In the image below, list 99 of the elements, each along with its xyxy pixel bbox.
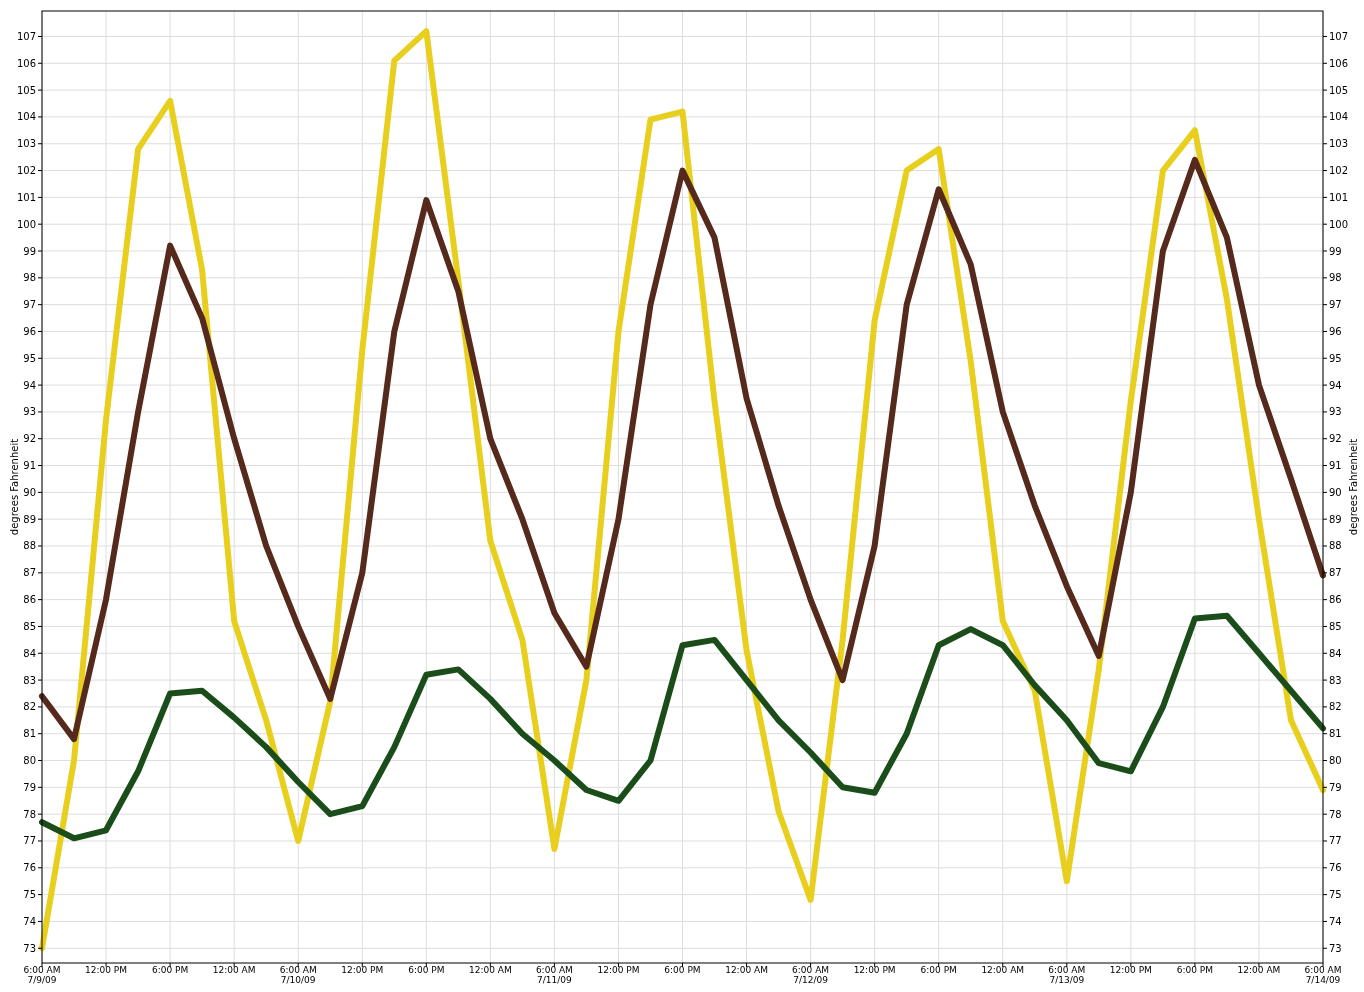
- y-tick-label: 101: [1329, 191, 1349, 203]
- x-tick-label: 6:00 PM: [1176, 965, 1214, 975]
- x-tick-label: 6:00 AM: [23, 965, 61, 975]
- y-tick-label: 103: [1329, 138, 1349, 150]
- y-tick-label: 88: [1329, 540, 1342, 552]
- y-tick-label: 107: [1329, 31, 1349, 42]
- x-tick-label: 6:00 AM: [279, 965, 317, 975]
- y-tick-label: 76: [23, 862, 36, 874]
- y-tick-label: 89: [1329, 513, 1342, 525]
- y-tick-label: 79: [1329, 781, 1342, 793]
- x-tick-label: 6:00 PM: [151, 965, 189, 975]
- x-tick-label: 6:00 PM: [920, 965, 957, 975]
- y-tick-label: 78: [23, 808, 36, 820]
- y-tick-label: 83: [1329, 674, 1342, 686]
- y-tick-label: 90: [1329, 486, 1342, 498]
- y-tick-label: 93: [1329, 406, 1342, 418]
- y-tick-label: 100: [16, 218, 36, 230]
- x-tick-label: 6:00 PM: [664, 965, 701, 975]
- y-tick-label: 86: [23, 594, 36, 606]
- x-tick-label: 12:00 AM: [725, 965, 768, 975]
- date-label: 7/13/09: [1049, 975, 1085, 985]
- y-tick-label: 91: [1329, 460, 1342, 472]
- x-tick-label: 6:00 AM: [792, 965, 830, 975]
- y-tick-label: 106: [1329, 57, 1349, 69]
- date-label: 7/11/09: [537, 975, 572, 985]
- y-tick-label: 102: [1329, 165, 1349, 177]
- x-tick-label: 12:00 PM: [341, 965, 384, 975]
- y-tick-label: 95: [23, 352, 36, 364]
- x-tick-label: 12:00 PM: [853, 965, 896, 975]
- y-tick-label: 85: [1329, 620, 1342, 632]
- y-tick-label: 77: [23, 835, 36, 847]
- x-tick-label: 6:00 AM: [1048, 965, 1086, 975]
- x-tick-label: 12:00 AM: [981, 965, 1025, 975]
- y-tick-label: 82: [23, 701, 36, 713]
- y-tick-label: 87: [1329, 567, 1342, 579]
- y-tick-label: 105: [1329, 84, 1349, 96]
- y-tick-label: 80: [1329, 755, 1342, 767]
- x-tick-label: 12:00 AM: [1237, 965, 1281, 975]
- date-label: 7/12/09: [793, 975, 828, 985]
- y-tick-label: 76: [1329, 862, 1342, 874]
- y-tick-label: 88: [23, 540, 36, 552]
- y-tick-label: 97: [1329, 299, 1342, 311]
- x-tick-label: 6:00 AM: [1304, 965, 1342, 975]
- x-tick-label: 6:00 PM: [408, 965, 445, 975]
- y-tick-label: 75: [23, 889, 36, 901]
- y-tick-label: 80: [23, 755, 36, 767]
- y-tick-label: 87: [23, 567, 36, 579]
- y-tick-label: 104: [16, 111, 36, 123]
- x-tick-label: 12:00 PM: [597, 965, 640, 975]
- date-label: 7/10/09: [280, 975, 316, 985]
- y-tick-label: 96: [23, 325, 36, 337]
- y-tick-label: 85: [23, 620, 36, 632]
- y-tick-label: 95: [1329, 352, 1342, 364]
- y-tick-label: 96: [1329, 325, 1342, 337]
- y-tick-label: 78: [1329, 808, 1342, 820]
- y-tick-label: 99: [1329, 245, 1342, 257]
- y-tick-label: 98: [23, 272, 36, 284]
- y-tick-label: 100: [1329, 218, 1349, 230]
- y-tick-label: 86: [1329, 594, 1342, 606]
- y-tick-label: 99: [23, 245, 36, 257]
- y-axis-title: degrees Fahrenheit: [1348, 438, 1359, 536]
- x-tick-label: 12:00 AM: [212, 965, 256, 975]
- y-tick-label: 75: [1329, 889, 1342, 901]
- x-tick-label: 12:00 PM: [1109, 965, 1152, 975]
- y-tick-label: 103: [16, 138, 36, 150]
- x-tick-label: 6:00 AM: [535, 965, 573, 975]
- y-tick-label: 94: [23, 379, 36, 391]
- y-tick-label: 84: [23, 647, 36, 659]
- y-tick-label: 92: [23, 433, 36, 445]
- y-tick-label: 84: [1329, 647, 1342, 659]
- y-tick-label: 102: [16, 165, 36, 177]
- y-tick-label: 104: [1329, 111, 1349, 123]
- date-label: 7/9/09: [27, 975, 57, 985]
- y-tick-label: 79: [23, 781, 36, 793]
- x-tick-label: 12:00 PM: [85, 965, 128, 975]
- y-tick-label: 74: [23, 915, 36, 927]
- y-tick-label: 94: [1329, 379, 1342, 391]
- y-tick-label: 105: [16, 84, 36, 96]
- y-tick-label: 74: [1329, 915, 1342, 927]
- x-tick-label: 12:00 AM: [469, 965, 512, 975]
- y-tick-label: 107: [16, 31, 36, 42]
- y-tick-label: 92: [1329, 433, 1342, 445]
- y-tick-label: 81: [23, 728, 36, 740]
- y-tick-label: 89: [23, 513, 36, 525]
- y-tick-label: 83: [23, 674, 36, 686]
- date-label: 7/14/09: [1305, 975, 1341, 985]
- y-tick-label: 106: [16, 57, 36, 69]
- y-tick-label: 98: [1329, 272, 1342, 284]
- y-tick-label: 82: [1329, 701, 1342, 713]
- y-tick-label: 93: [23, 406, 36, 418]
- y-tick-label: 73: [1329, 942, 1342, 954]
- y-tick-label: 91: [23, 460, 36, 472]
- y-axis-title: degrees Fahrenheit: [9, 438, 20, 536]
- y-tick-label: 81: [1329, 728, 1342, 740]
- y-tick-label: 90: [23, 486, 36, 498]
- y-tick-label: 101: [16, 191, 36, 203]
- y-tick-label: 97: [23, 299, 36, 311]
- y-tick-label: 73: [23, 942, 36, 954]
- y-tick-label: 77: [1329, 835, 1342, 847]
